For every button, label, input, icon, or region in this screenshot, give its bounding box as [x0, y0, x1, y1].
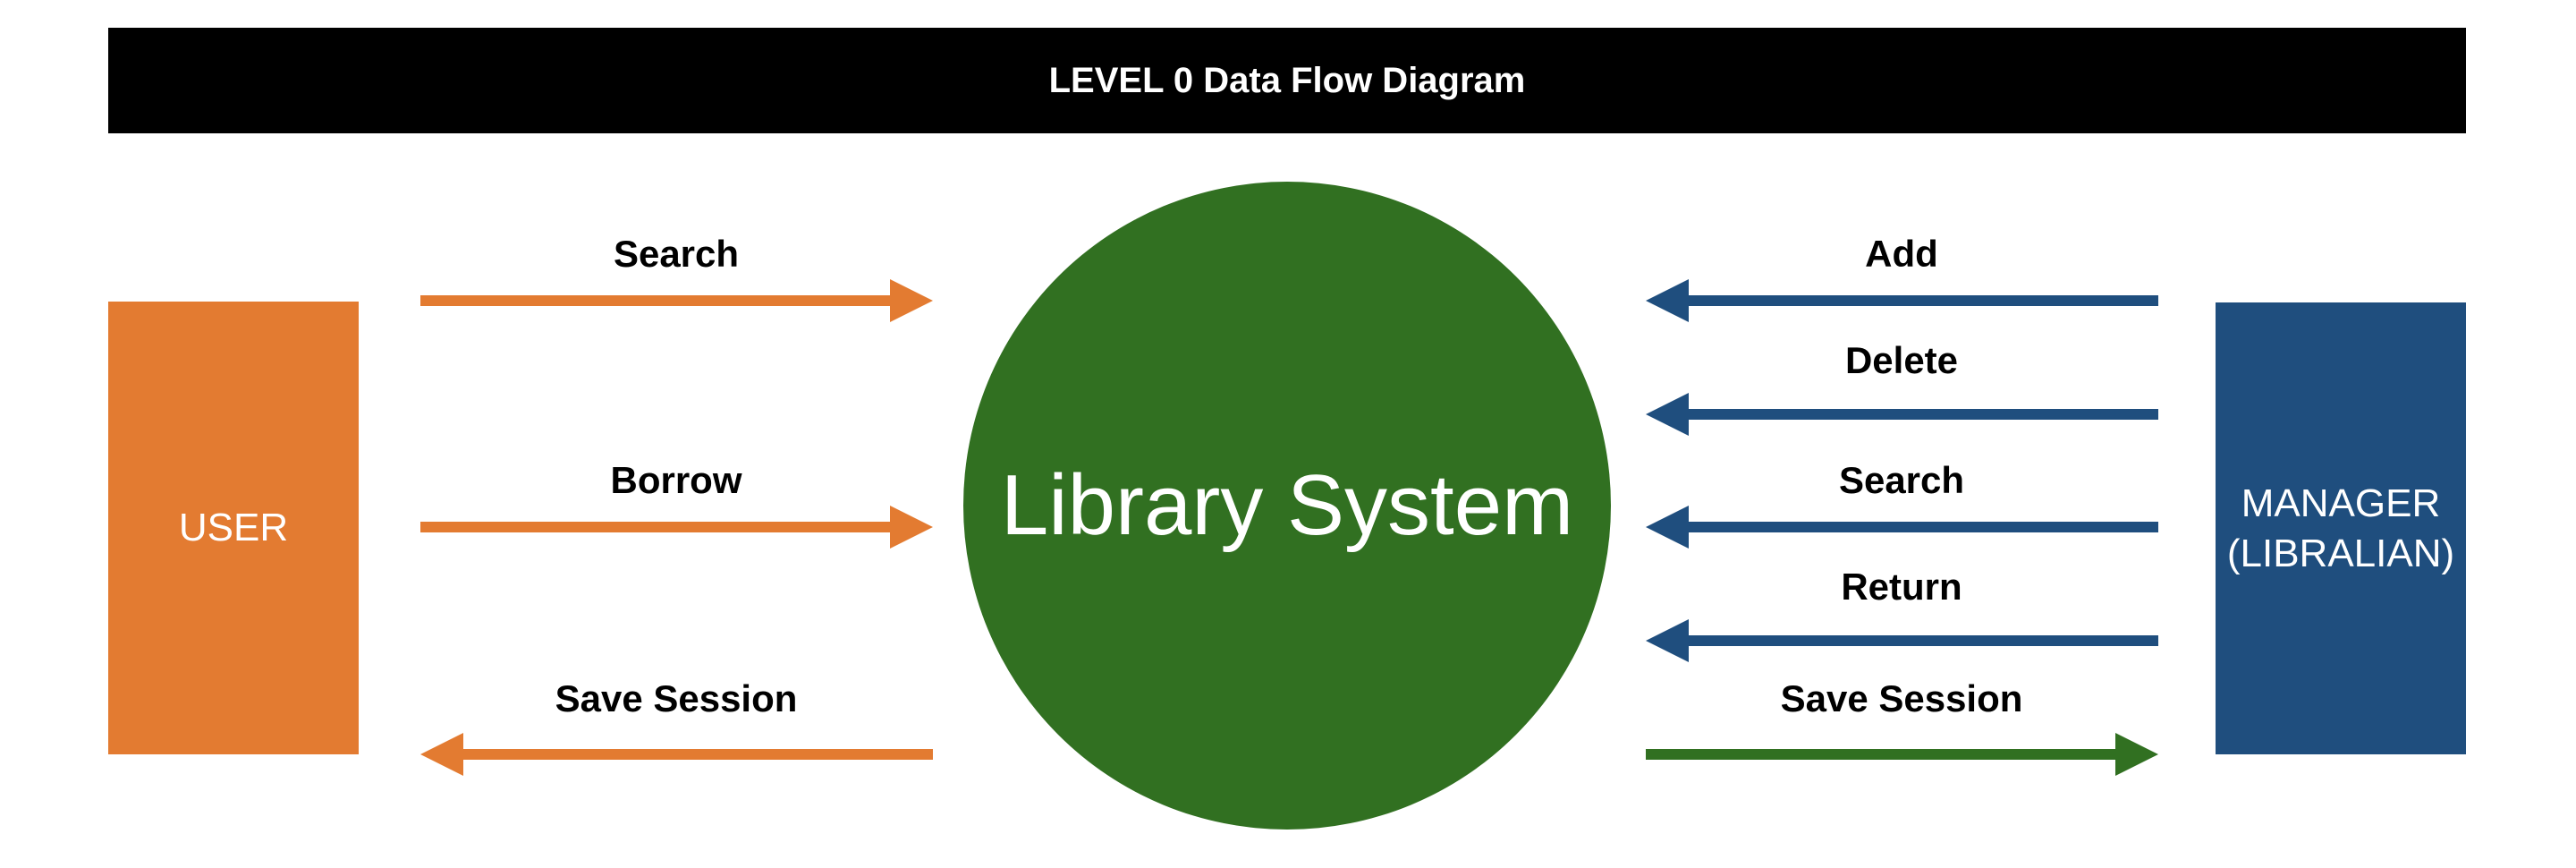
arrow-user-search [420, 279, 933, 322]
arrow-manager-return [1646, 619, 2158, 662]
arrow-manager-save-session [1646, 733, 2158, 776]
arrow-user-save-session [420, 733, 933, 776]
flow-label-manager-search: Search [1838, 459, 1965, 501]
arrow-manager-delete [1646, 393, 2158, 436]
arrow-manager-search [1646, 506, 2158, 549]
flow-label-user-search: Search [613, 233, 740, 275]
flow-label-manager-add: Add [1865, 233, 1938, 275]
arrow-manager-add [1646, 279, 2158, 322]
flow-label-manager-save-session: Save Session [1780, 677, 2023, 719]
arrow-user-borrow [420, 506, 933, 549]
diagram-canvas: LEVEL 0 Data Flow Diagram USER MANAGER (… [0, 0, 2576, 868]
flow-label-manager-return: Return [1841, 566, 1962, 608]
flow-label-user-save-session: Save Session [555, 677, 798, 719]
flow-label-manager-delete: Delete [1844, 339, 1959, 381]
flow-arrows [420, 279, 2158, 776]
flow-label-user-borrow: Borrow [610, 459, 742, 501]
